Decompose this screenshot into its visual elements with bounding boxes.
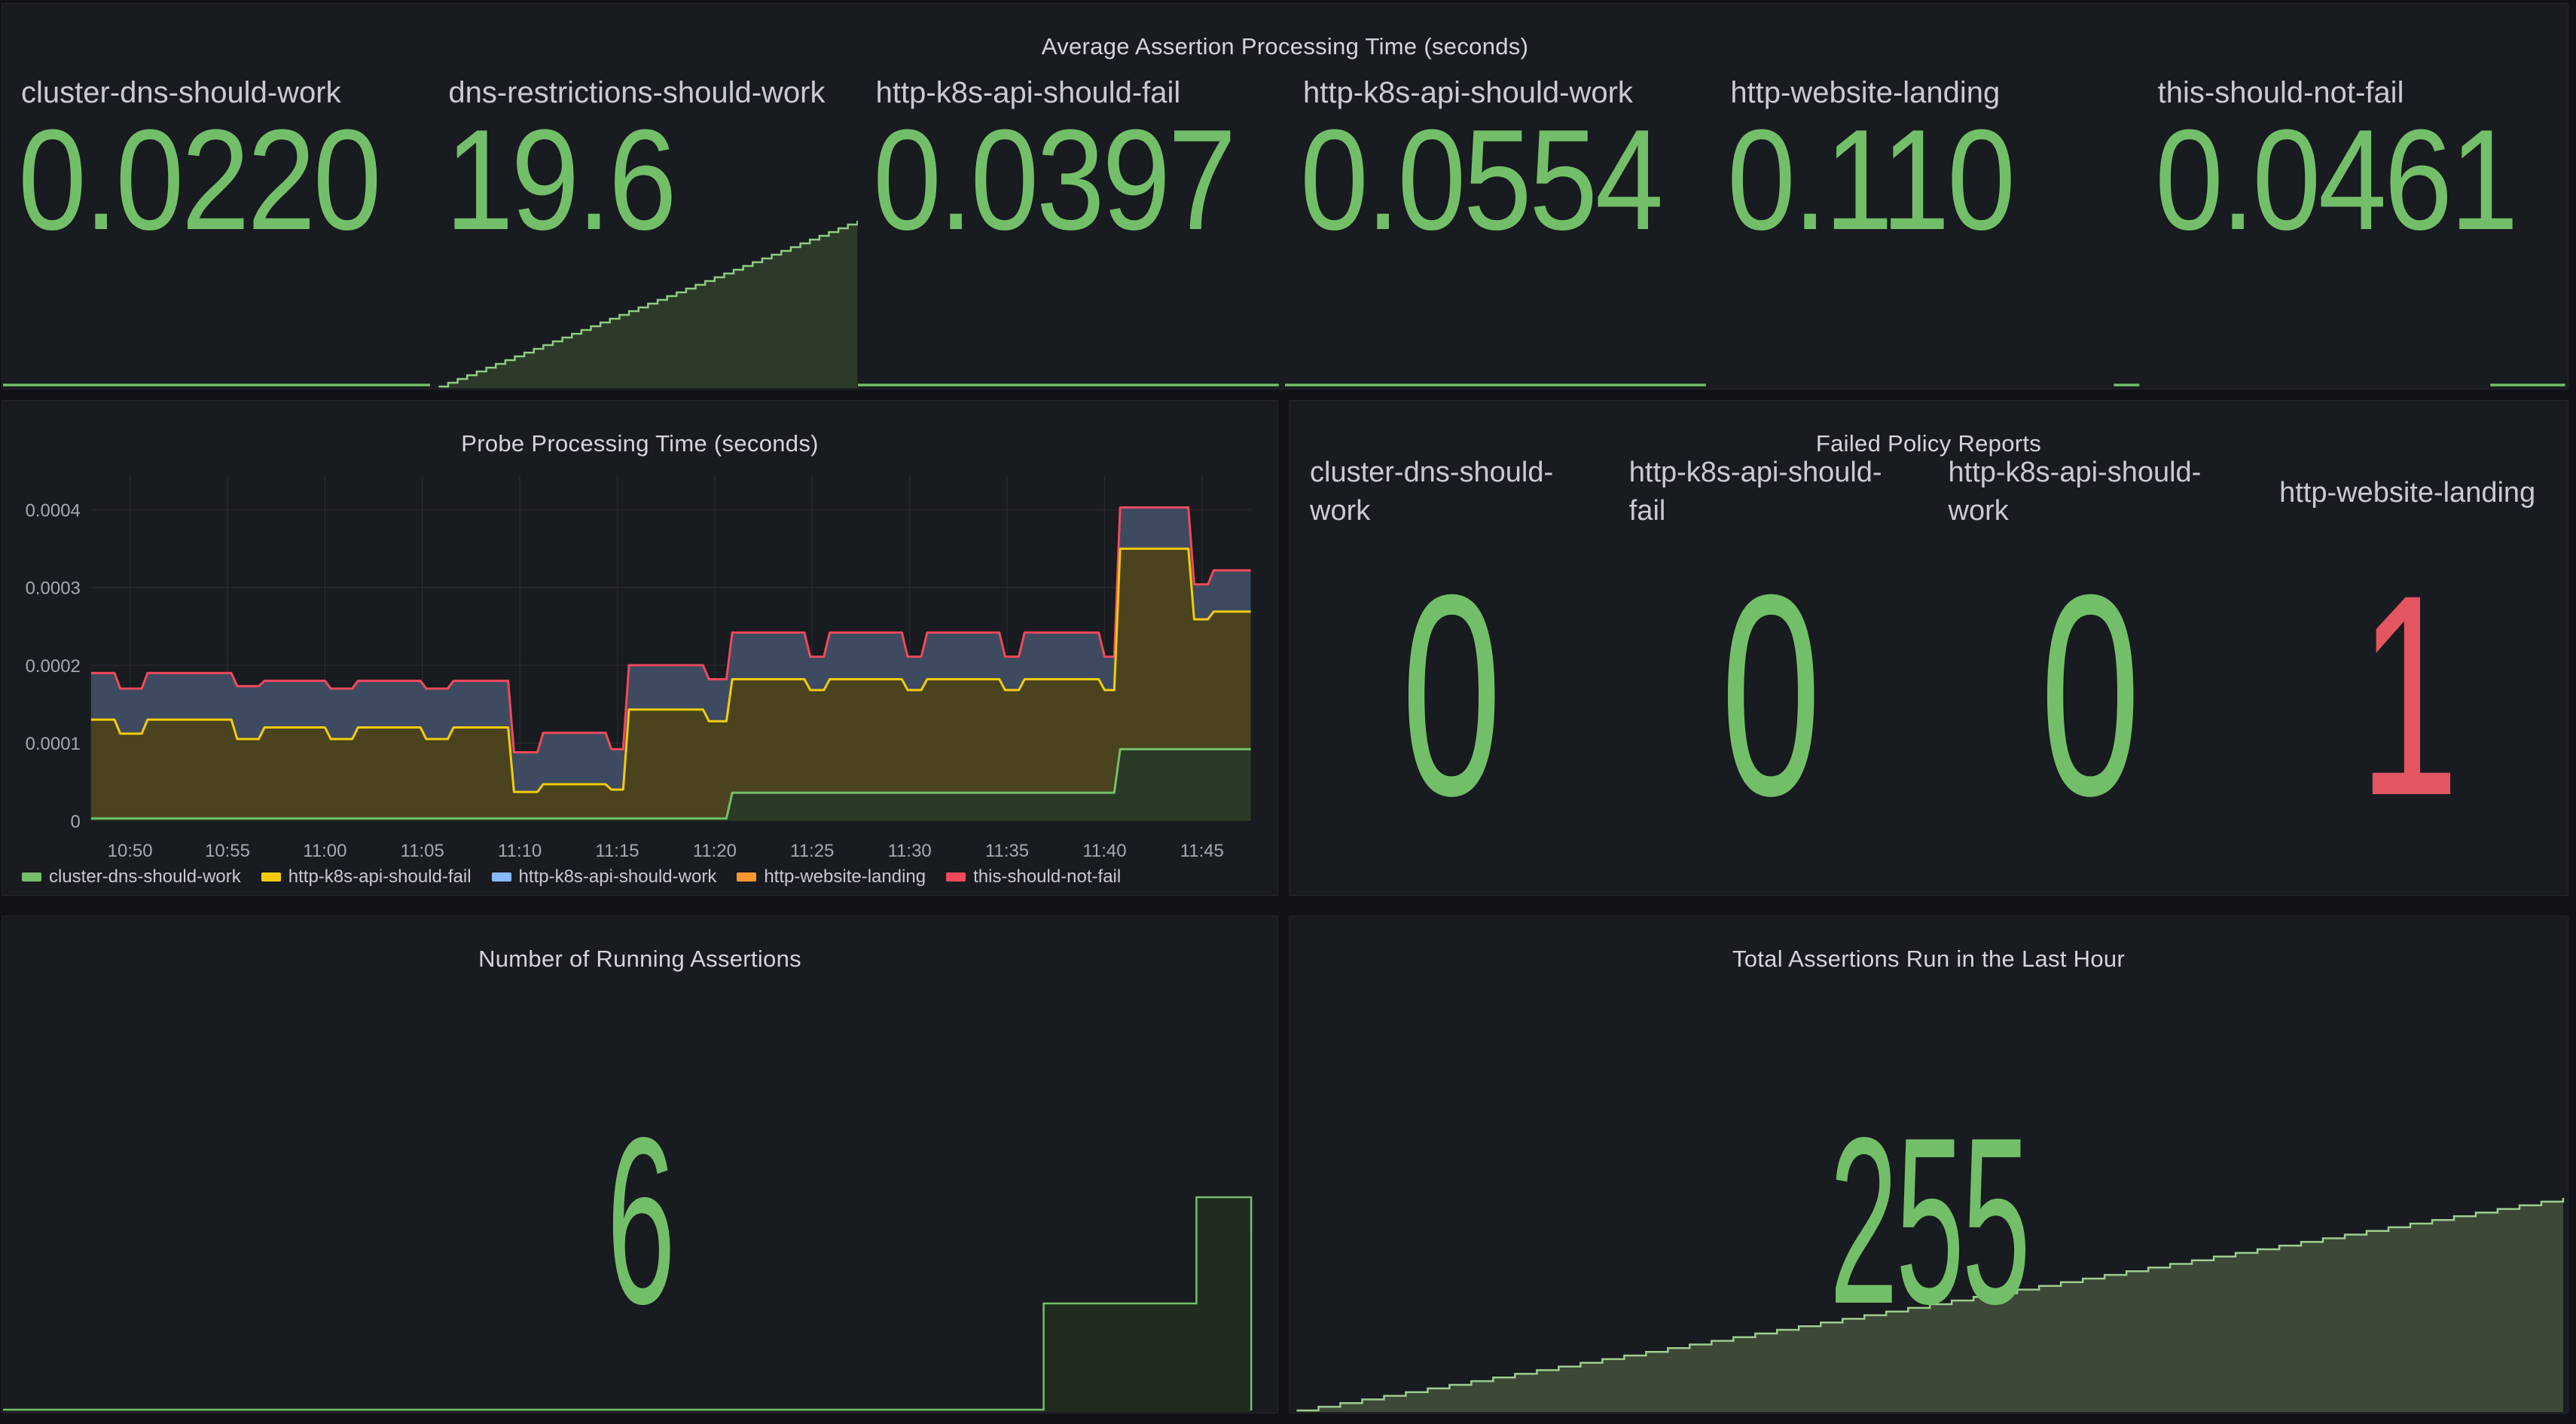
legend-swatch [492, 872, 511, 882]
panel-failed-policy-reports: Failed Policy Reports cluster-dns-should… [1289, 400, 2568, 896]
legend-item-http-k8s-api-should-fail[interactable]: http-k8s-api-should-fail [261, 866, 472, 888]
x-axis-label: 11:05 [401, 841, 444, 861]
panel-average-assertion-processing-time: Average Assertion Processing Time (secon… [2, 3, 2568, 390]
stat-value: 1 [2359, 567, 2455, 824]
stat-value-wrap: 0 [1290, 526, 1610, 864]
stat-sparkline [858, 218, 1285, 388]
legend-item-http-k8s-api-should-work[interactable]: http-k8s-api-should-work [492, 866, 717, 888]
stat-sparkline [430, 218, 857, 388]
legend-label: http-website-landing [764, 866, 926, 888]
stat-cell-http-k8s-api-should-fail: http-k8s-api-should-fail0.0397 [858, 46, 1285, 388]
x-axis-label: 10:55 [205, 841, 250, 861]
x-axis-label: 11:30 [888, 841, 932, 861]
x-axis-label: 11:40 [1082, 841, 1126, 861]
stat-sparkline [3, 218, 430, 388]
stat-value-wrap: 1 [2248, 526, 2567, 864]
y-axis-label: 0.0004 [26, 501, 81, 521]
stat-label: http-website-landing [2255, 454, 2559, 532]
legend-label: cluster-dns-should-work [49, 866, 241, 888]
stat-sparkline [2140, 218, 2567, 388]
failed-stat-cell-cluster-dns-should-work: cluster-dns-should-work 0 [1290, 443, 1610, 894]
avg-stat-row: cluster-dns-should-work0.0220dns-restric… [3, 46, 2567, 388]
stat-cell-cluster-dns-should-work: cluster-dns-should-work0.0220 [3, 46, 430, 388]
stat-value-wrap: 6 [2, 916, 1277, 1413]
stat-cell-http-website-landing: http-website-landing0.110 [1712, 46, 2139, 388]
legend-label: this-should-not-fail [973, 866, 1121, 888]
failed-stat-cell-http-k8s-api-should-work: http-k8s-api-should-work 0 [1929, 443, 2248, 894]
stat-label: http-k8s-api-should-fail [1629, 454, 1911, 532]
x-axis-label: 11:25 [790, 841, 834, 861]
legend-item-http-website-landing[interactable]: http-website-landing [737, 866, 926, 888]
failed-stat-cell-http-website-landing: http-website-landing 1 [2248, 443, 2567, 894]
stat-value-wrap: 255 [1290, 916, 2568, 1413]
x-axis-label: 11:00 [303, 841, 346, 861]
legend-swatch [737, 872, 756, 882]
y-axis-label: 0.0001 [26, 734, 81, 754]
x-axis-label: 11:15 [595, 841, 639, 861]
stat-sparkline [1285, 218, 1712, 388]
stat-value: 0 [1402, 567, 1498, 824]
stat-value: 0 [1721, 567, 1818, 824]
legend-swatch [261, 872, 281, 882]
legend-swatch [22, 872, 41, 882]
failed-stat-cell-http-k8s-api-should-fail: http-k8s-api-should-fail 0 [1610, 443, 1929, 894]
x-axis-label: 10:50 [108, 841, 153, 861]
panel-probe-processing-time: Probe Processing Time (seconds) 00.00010… [2, 400, 1278, 896]
stat-label: cluster-dns-should-work [1310, 454, 1592, 532]
legend-swatch [946, 872, 966, 882]
y-axis-label: 0.0002 [26, 656, 81, 677]
panel-number-of-running-assertions: Number of Running Assertions 6 [2, 915, 1278, 1413]
legend-item-this-should-not-fail[interactable]: this-should-not-fail [946, 866, 1121, 888]
stat-value-wrap: 0 [1929, 526, 2248, 864]
stat-cell-http-k8s-api-should-work: http-k8s-api-should-work0.0554 [1285, 46, 1712, 388]
stat-cell-dns-restrictions-should-work: dns-restrictions-should-work19.6 [430, 46, 857, 388]
legend-label: http-k8s-api-should-fail [288, 866, 472, 888]
x-axis-label: 11:35 [985, 841, 1029, 861]
legend-item-cluster-dns-should-work[interactable]: cluster-dns-should-work [22, 866, 241, 888]
stat-value-wrap: 0 [1610, 526, 1929, 864]
failed-stat-row: cluster-dns-should-work0http-k8s-api-sho… [1290, 443, 2567, 894]
running-assertions-value: 6 [606, 1114, 673, 1328]
total-assertions-value: 255 [1830, 1114, 2028, 1328]
x-axis-label: 11:45 [1180, 841, 1224, 861]
stat-cell-this-should-not-fail: this-should-not-fail0.0461 [2140, 46, 2567, 388]
y-axis-label: 0.0003 [26, 579, 81, 599]
stat-value: 0 [2040, 567, 2136, 824]
stat-sparkline [1712, 218, 2139, 388]
grafana-dashboard: Average Assertion Processing Time (secon… [0, 0, 2576, 1424]
panel-total-assertions-last-hour: Total Assertions Run in the Last Hour 25… [1289, 915, 2568, 1413]
x-axis-label: 11:10 [498, 841, 542, 861]
y-axis-label: 0 [71, 811, 81, 832]
stat-label: http-k8s-api-should-work [1949, 454, 2230, 532]
chart-legend: cluster-dns-should-work http-k8s-api-shou… [22, 866, 1271, 888]
x-axis-label: 11:20 [693, 841, 737, 861]
probe-time-series-chart[interactable]: 0 0.0001 0.0002 0.0003 0.0004 10:50 10:55 11:00… [2, 401, 1277, 895]
legend-label: http-k8s-api-should-work [519, 866, 717, 888]
